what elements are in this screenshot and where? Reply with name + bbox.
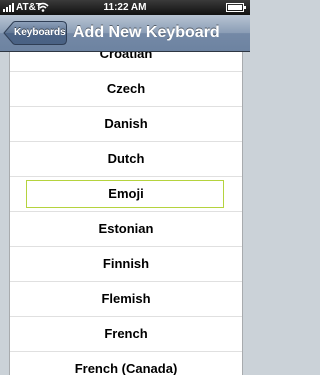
list-item-flemish[interactable]: Flemish [10,282,242,317]
list-item-french[interactable]: French [10,317,242,352]
list-item-danish[interactable]: Danish [10,107,242,142]
list-item-croatian[interactable]: Croatian [10,52,242,72]
list-item-estonian[interactable]: Estonian [10,212,242,247]
back-button[interactable]: Keyboards [3,21,67,45]
list-item-emoji[interactable]: Emoji [10,177,242,212]
status-bar: AT&T 11:22 AM [0,0,250,15]
page-title: Add New Keyboard [73,24,220,41]
keyboard-language-list: Croatian Czech Danish Dutch Emoji Estoni… [9,52,243,375]
list-item-finnish[interactable]: Finnish [10,247,242,282]
battery-icon [226,3,246,12]
status-time: 11:22 AM [103,2,147,13]
list-item-czech[interactable]: Czech [10,72,242,107]
keyboard-list-container: Croatian Czech Danish Dutch Emoji Estoni… [0,52,250,375]
list-item-french-canada[interactable]: French (Canada) [10,352,242,375]
back-button-label: Keyboards [14,27,66,38]
list-item-dutch[interactable]: Dutch [10,142,242,177]
navigation-bar: Keyboards Add New Keyboard [0,15,250,52]
